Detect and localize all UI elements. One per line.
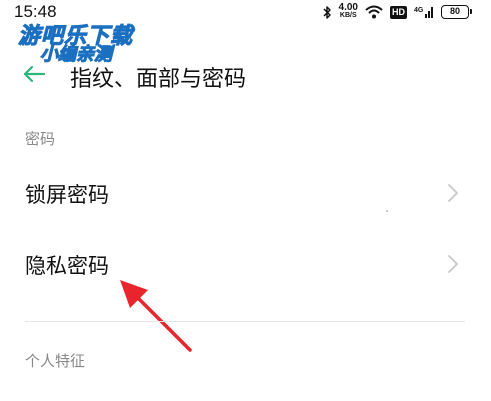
svg-text:4G: 4G xyxy=(414,7,424,14)
4g-signal-icon: 4G xyxy=(414,7,433,18)
battery-icon: 80 xyxy=(441,5,472,19)
decorative-dot xyxy=(386,210,388,212)
section-label-password: 密码 xyxy=(25,130,56,148)
chevron-right-icon xyxy=(448,184,458,202)
chevron-right-icon xyxy=(448,255,458,273)
list-item-lock-screen-password[interactable]: 锁屏密码 xyxy=(0,161,491,227)
item-label: 锁屏密码 xyxy=(25,183,109,207)
network-speed-unit: KB/S xyxy=(339,12,357,19)
network-speed: 4.00 KB/S xyxy=(338,2,358,20)
status-icons: 4.00 KB/S HD 4G 80 xyxy=(323,2,472,21)
section-label-personal-features: 个人特征 xyxy=(25,352,86,370)
page-header: 指纹、面部与密码 xyxy=(0,55,491,95)
list-item-privacy-password[interactable]: 隐私密码 xyxy=(0,232,491,298)
section-divider xyxy=(25,321,465,322)
annotation-arrow-icon xyxy=(120,280,192,352)
item-label: 隐私密码 xyxy=(25,254,109,278)
network-speed-value: 4.00 xyxy=(338,2,358,13)
hd-icon: HD xyxy=(390,5,407,19)
bluetooth-icon xyxy=(323,5,331,19)
wifi-icon xyxy=(365,5,383,19)
page-title: 指纹、面部与密码 xyxy=(70,67,247,92)
back-arrow-icon[interactable] xyxy=(22,65,46,83)
